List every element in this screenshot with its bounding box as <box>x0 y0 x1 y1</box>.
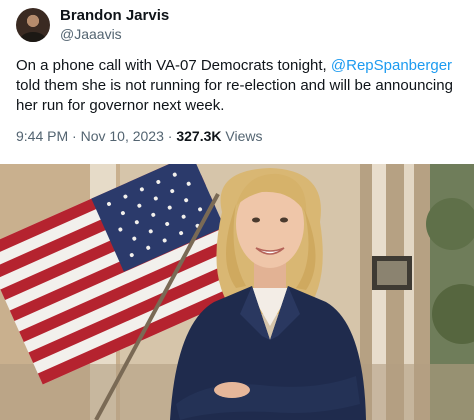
views-label: Views <box>221 128 263 144</box>
tweet-time[interactable]: 9:44 PM <box>16 128 68 144</box>
author-names: Brandon Jarvis @Jaaavis <box>60 6 169 44</box>
mention-link[interactable]: @RepSpanberger <box>331 57 452 74</box>
avatar[interactable] <box>16 8 50 42</box>
photo-illustration <box>0 164 474 420</box>
meta-separator: · <box>68 128 81 144</box>
tweet-meta: 9:44 PM · Nov 10, 2023 · 327.3K Views <box>16 128 262 144</box>
tweet-text-part-2: told them she is not running for re-elec… <box>16 77 453 114</box>
tweet-header: Brandon Jarvis @Jaaavis <box>16 6 169 44</box>
tweet-text: On a phone call with VA-07 Democrats ton… <box>16 56 468 116</box>
author-handle[interactable]: @Jaaavis <box>60 25 169 44</box>
tweet-text-part-1: On a phone call with VA-07 Democrats ton… <box>16 57 331 74</box>
tweet-photo[interactable] <box>0 164 474 420</box>
views-count: 327.3K <box>176 128 222 144</box>
tweet-date[interactable]: Nov 10, 2023 <box>81 128 164 144</box>
meta-separator: · <box>163 128 177 144</box>
author-display-name[interactable]: Brandon Jarvis <box>60 6 169 25</box>
